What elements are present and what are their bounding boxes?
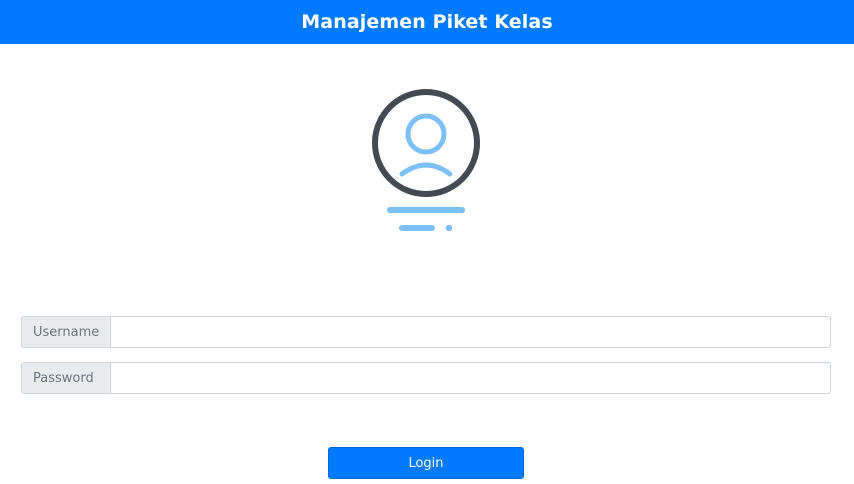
username-input[interactable] [110, 316, 831, 348]
password-label: Password [21, 362, 110, 394]
password-group: Password [21, 362, 831, 394]
username-label: Username [21, 316, 110, 348]
username-group: Username [21, 316, 831, 348]
user-avatar-icon [372, 89, 480, 232]
login-button[interactable]: Login [328, 447, 524, 479]
app-header: Manajemen Piket Kelas [0, 0, 854, 44]
password-input[interactable] [110, 362, 831, 394]
page-title: Manajemen Piket Kelas [301, 11, 553, 33]
